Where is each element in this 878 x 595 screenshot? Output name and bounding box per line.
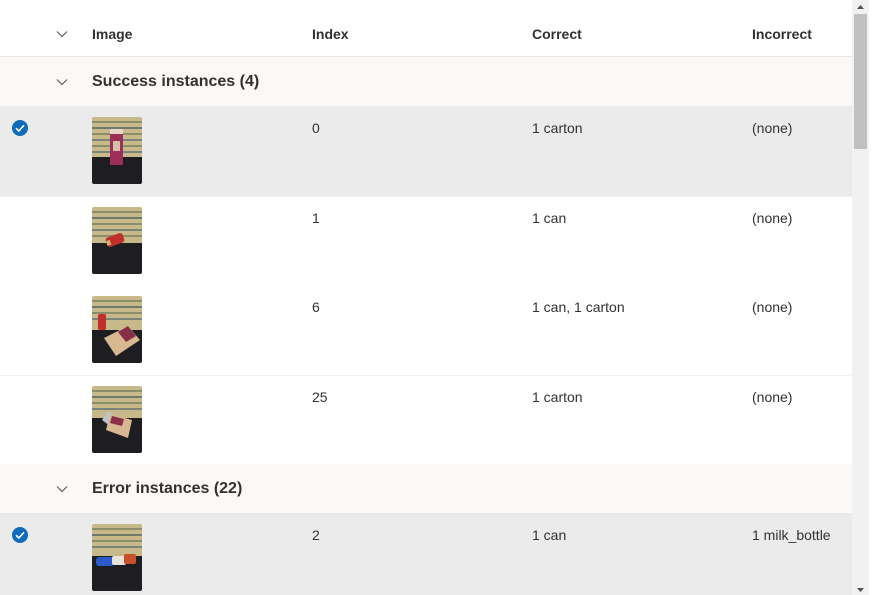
column-header-incorrect[interactable]: Incorrect [752, 0, 812, 56]
row-correct: 1 carton [532, 120, 583, 136]
group-toggle[interactable] [54, 481, 70, 497]
row-correct: 1 can [532, 210, 567, 226]
table-row[interactable]: 6 1 can, 1 carton (none) [0, 286, 852, 376]
group-header-success[interactable]: Success instances (4) [0, 57, 852, 107]
row-incorrect: 1 milk_bottle [752, 527, 831, 543]
row-incorrect: (none) [752, 120, 793, 136]
row-incorrect: (none) [752, 299, 793, 315]
table-row[interactable]: 0 1 carton (none) [0, 107, 852, 197]
chevron-down-icon [56, 31, 68, 38]
table-row[interactable]: 25 1 carton (none) [0, 376, 852, 466]
scrollbar-thumb[interactable] [854, 14, 867, 149]
column-header-correct[interactable]: Correct [532, 0, 582, 56]
instance-thumbnail[interactable] [92, 117, 142, 184]
row-incorrect: (none) [752, 389, 793, 405]
grid-header: Image Index Correct Incorrect [0, 0, 852, 57]
row-correct: 1 can, 1 carton [532, 299, 625, 315]
instance-thumbnail[interactable] [92, 207, 142, 274]
row-correct: 1 carton [532, 389, 583, 405]
carton-image [92, 117, 142, 184]
vertical-scrollbar[interactable] [852, 0, 869, 595]
triangle-up-icon [857, 5, 864, 9]
results-grid: Image Index Correct Incorrect Success in… [0, 0, 852, 595]
scroll-up-button[interactable] [852, 0, 869, 12]
group-toggle[interactable] [54, 74, 70, 90]
instance-thumbnail[interactable] [92, 386, 142, 453]
carton-lying-image [92, 386, 142, 453]
can-bottle-image [92, 524, 142, 591]
row-checkbox[interactable] [11, 119, 29, 137]
group-title: Success instances (4) [92, 73, 260, 90]
column-header-index[interactable]: Index [312, 0, 349, 56]
row-index: 0 [312, 120, 320, 136]
row-index: 1 [312, 210, 320, 226]
table-row[interactable]: 2 1 can 1 milk_bottle [0, 514, 852, 595]
can-image [92, 207, 142, 274]
row-incorrect: (none) [752, 210, 793, 226]
table-row[interactable]: 1 1 can (none) [0, 197, 852, 287]
row-index: 6 [312, 299, 320, 315]
triangle-down-icon [857, 588, 864, 592]
row-index: 25 [312, 389, 328, 405]
scroll-down-button[interactable] [852, 583, 869, 595]
chevron-down-icon [56, 486, 68, 493]
row-index: 2 [312, 527, 320, 543]
row-checkbox[interactable] [11, 526, 29, 544]
instance-thumbnail[interactable] [92, 524, 142, 591]
column-header-image[interactable]: Image [92, 0, 132, 56]
row-correct: 1 can [532, 527, 567, 543]
chevron-down-icon [56, 79, 68, 86]
collapse-all-toggle[interactable] [54, 26, 70, 42]
check-circle-icon [12, 527, 28, 543]
group-header-error[interactable]: Error instances (22) [0, 464, 852, 514]
group-title: Error instances (22) [92, 480, 243, 497]
check-circle-icon [12, 120, 28, 136]
can-carton-image [92, 296, 142, 363]
instance-thumbnail[interactable] [92, 296, 142, 363]
